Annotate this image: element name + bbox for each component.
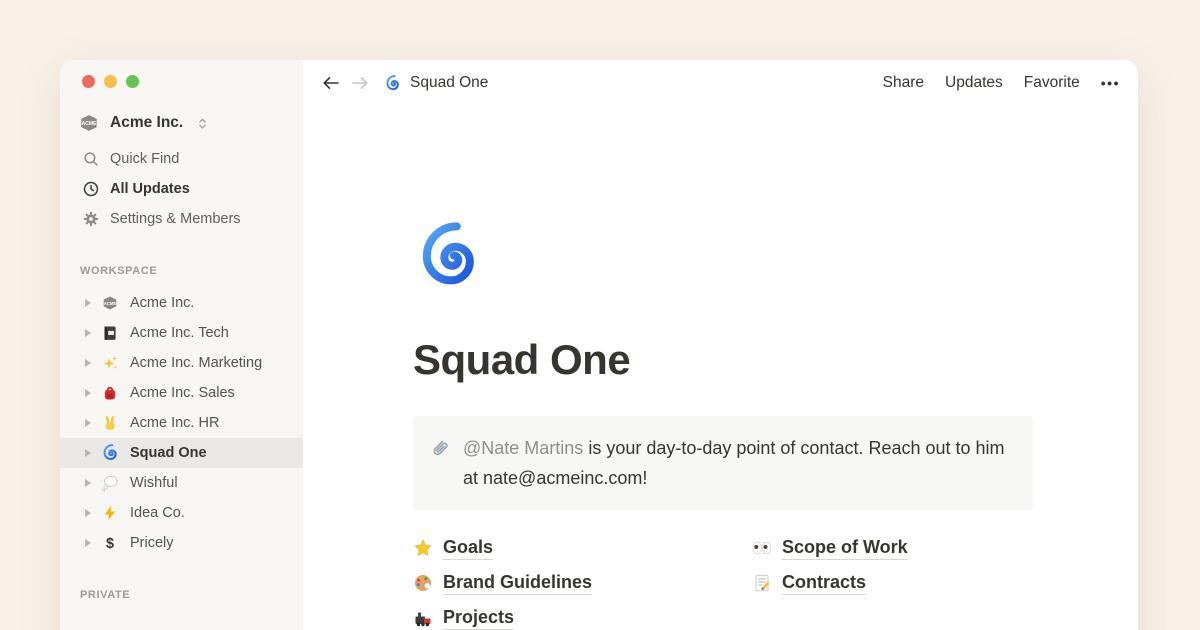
favorite-button[interactable]: Favorite (1024, 74, 1080, 92)
spiral-icon (384, 75, 401, 92)
notebook-icon (101, 324, 119, 342)
workspace-section-label: WORKSPACE (80, 265, 303, 277)
expand-toggle-icon[interactable] (85, 359, 91, 367)
page-item-acme-tech[interactable]: Acme Inc. Tech (60, 318, 303, 348)
link-label: Projects (443, 607, 514, 630)
expand-toggle-icon[interactable] (85, 299, 91, 307)
back-arrow-icon[interactable] (321, 73, 341, 93)
page-item-label: Acme Inc. Marketing (130, 355, 262, 371)
acme-badge-icon: ACME (78, 112, 100, 134)
sidebar-item-quick-find[interactable]: Quick Find (60, 144, 303, 174)
expand-toggle-icon[interactable] (85, 329, 91, 337)
page-item-acme-inc[interactable]: ACME Acme Inc. (60, 288, 303, 318)
expand-toggle-icon[interactable] (85, 419, 91, 427)
page-item-label: Idea Co. (130, 505, 185, 521)
page-item-label: Acme Inc. (130, 295, 194, 311)
sidebar-item-settings-members[interactable]: Settings & Members (60, 204, 303, 234)
workspace-switcher[interactable]: ACME Acme Inc. (60, 110, 303, 136)
link-contracts[interactable]: Contracts (752, 571, 1033, 595)
page-item-acme-marketing[interactable]: Acme Inc. Marketing (60, 348, 303, 378)
workspace-name: Acme Inc. (110, 114, 183, 132)
page-item-idea-co[interactable]: Idea Co. (60, 498, 303, 528)
page-icon-spiral[interactable] (413, 222, 483, 292)
main-panel: Squad One Share Updates Favorite ••• Squ… (303, 60, 1138, 630)
callout-block: @Nate Martins is your day-to-day point o… (413, 416, 1033, 510)
sidebar-item-label: Settings & Members (110, 211, 241, 227)
locomotive-icon (413, 608, 433, 628)
spiral-icon (101, 444, 119, 462)
app-window: ACME Acme Inc. Quick Find All Updates (60, 60, 1138, 630)
topbar-actions: Share Updates Favorite ••• (883, 74, 1120, 92)
zoom-window-button[interactable] (126, 75, 139, 88)
window-controls (60, 60, 303, 88)
expand-toggle-icon[interactable] (85, 539, 91, 547)
share-button[interactable]: Share (883, 74, 924, 92)
page-item-acme-sales[interactable]: Acme Inc. Sales (60, 378, 303, 408)
page-links-grid: Goals Scope of Work Brand Guidelines (413, 536, 1033, 630)
page-content: Squad One @Nate Martins is your day-to-d… (303, 106, 1033, 630)
link-label: Scope of Work (782, 537, 908, 560)
expand-toggle-icon[interactable] (85, 389, 91, 397)
link-label: Goals (443, 537, 493, 560)
gear-icon (82, 210, 100, 228)
sparkles-icon (101, 354, 119, 372)
page-item-wishful[interactable]: Wishful (60, 468, 303, 498)
link-scope-of-work[interactable]: Scope of Work (752, 536, 1033, 560)
expand-toggle-icon[interactable] (85, 479, 91, 487)
page-item-label: Squad One (130, 445, 207, 461)
page-item-squad-one[interactable]: Squad One (60, 438, 303, 468)
up-down-chevron-icon (195, 116, 210, 131)
sidebar-top-menu: Quick Find All Updates Settings & Member… (60, 144, 303, 234)
close-window-button[interactable] (82, 75, 95, 88)
sidebar: ACME Acme Inc. Quick Find All Updates (60, 60, 303, 630)
page-item-acme-hr[interactable]: Acme Inc. HR (60, 408, 303, 438)
workspace-page-list: ACME Acme Inc. Acme Inc. Tech Acme Inc. … (60, 288, 303, 558)
link-brand-guidelines[interactable]: Brand Guidelines (413, 571, 752, 595)
user-mention[interactable]: @Nate Martins (463, 438, 583, 458)
forward-arrow-icon[interactable] (350, 73, 370, 93)
more-options-button[interactable]: ••• (1101, 75, 1120, 91)
private-section-label: PRIVATE (80, 589, 303, 601)
updates-button[interactable]: Updates (945, 74, 1003, 92)
sidebar-item-all-updates[interactable]: All Updates (60, 174, 303, 204)
star-icon (413, 538, 433, 558)
svg-text:$: $ (106, 536, 114, 552)
page-title: Squad One (413, 336, 1033, 384)
dollar-icon: $ (101, 534, 119, 552)
link-projects[interactable]: Projects (413, 606, 752, 630)
svg-text:ACME: ACME (104, 301, 116, 306)
clock-icon (82, 180, 100, 198)
page-item-label: Acme Inc. Tech (130, 325, 229, 341)
callout-text: @Nate Martins is your day-to-day point o… (463, 433, 1011, 493)
lightning-icon (101, 504, 119, 522)
acme-badge-icon: ACME (101, 294, 119, 312)
link-label: Brand Guidelines (443, 572, 592, 595)
sidebar-item-label: All Updates (110, 181, 190, 197)
memo-icon (752, 573, 772, 593)
link-goals[interactable]: Goals (413, 536, 752, 560)
victory-hand-icon (101, 414, 119, 432)
thought-balloon-icon (101, 474, 119, 492)
sidebar-item-label: Quick Find (110, 151, 179, 167)
page-item-pricely[interactable]: $ Pricely (60, 528, 303, 558)
svg-text:ACME: ACME (82, 121, 97, 127)
page-item-label: Acme Inc. HR (130, 415, 219, 431)
page-item-label: Acme Inc. Sales (130, 385, 235, 401)
backpack-icon (101, 384, 119, 402)
expand-toggle-icon[interactable] (85, 509, 91, 517)
expand-toggle-icon[interactable] (85, 449, 91, 457)
minimize-window-button[interactable] (104, 75, 117, 88)
breadcrumb[interactable]: Squad One (384, 74, 488, 92)
breadcrumb-label: Squad One (410, 74, 488, 92)
topbar: Squad One Share Updates Favorite ••• (303, 60, 1138, 106)
paperclip-icon (427, 436, 451, 460)
search-icon (82, 150, 100, 168)
eyes-icon (752, 538, 772, 558)
palette-icon (413, 573, 433, 593)
page-item-label: Pricely (130, 535, 174, 551)
link-label: Contracts (782, 572, 866, 595)
page-item-label: Wishful (130, 475, 178, 491)
